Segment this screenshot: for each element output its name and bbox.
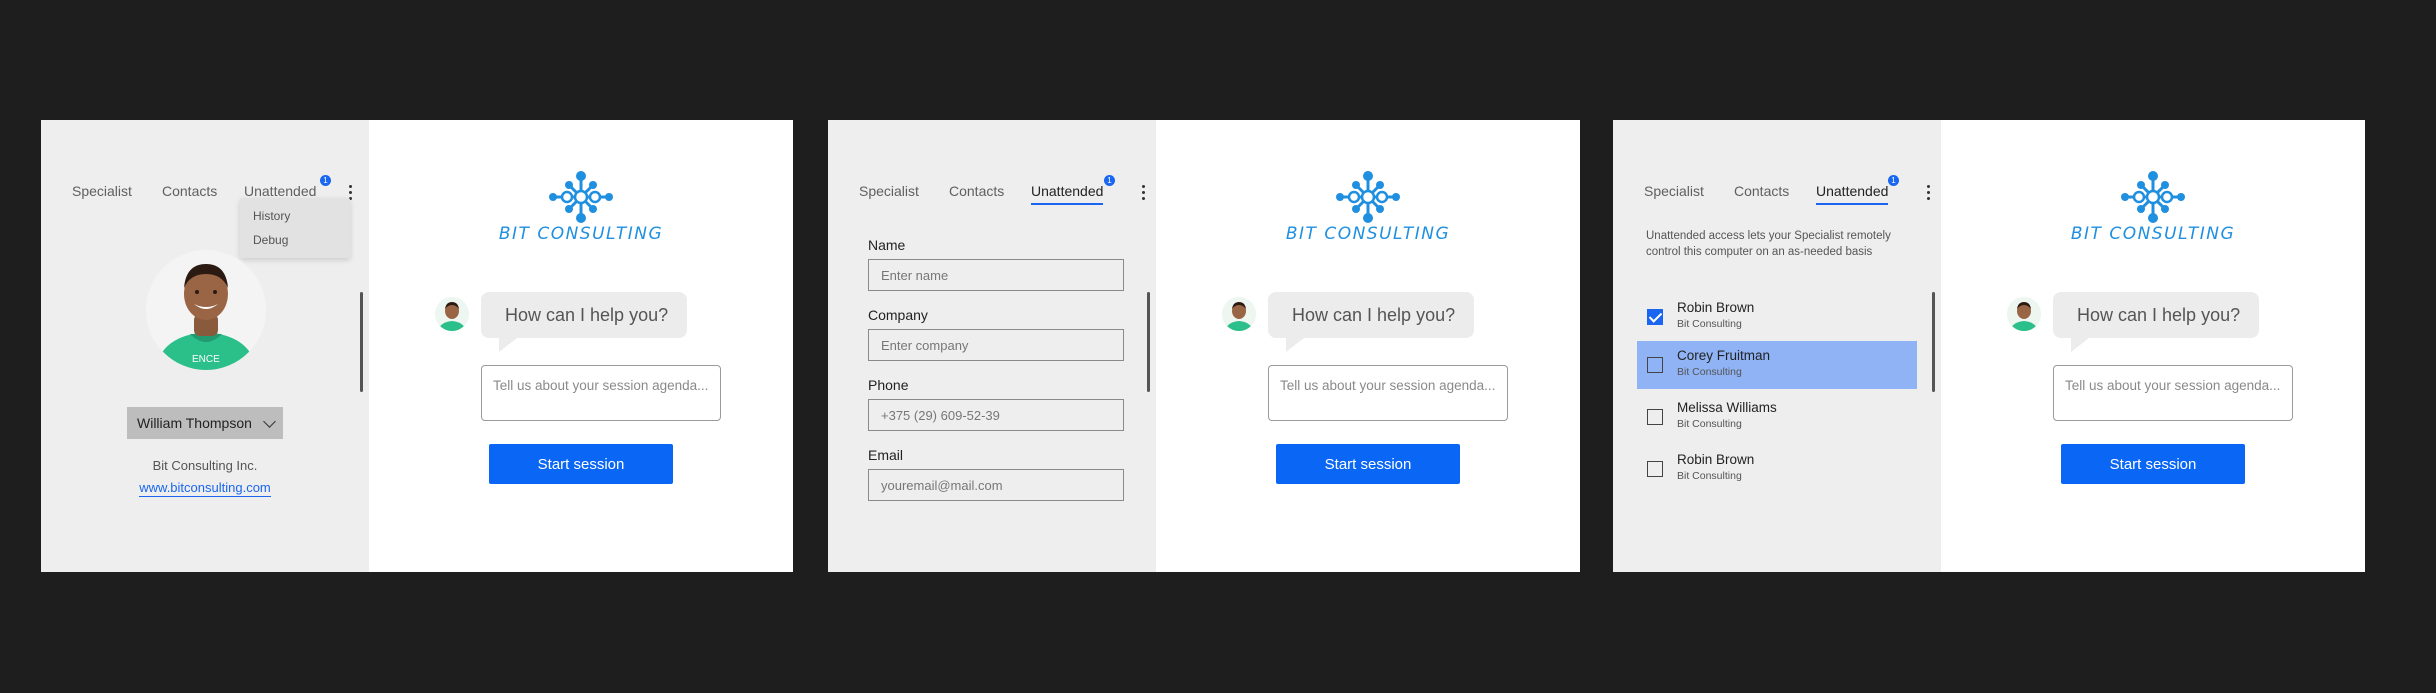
logo-wordmark: BIT CONSULTING xyxy=(498,224,664,244)
unattended-description: Unattended access lets your Specialist r… xyxy=(1646,230,1891,258)
menu-item-debug[interactable]: Debug xyxy=(240,228,350,252)
specialist-chat-avatar xyxy=(1222,297,1256,331)
svg-text:ENCE: ENCE xyxy=(192,354,220,365)
logo-wordmark: BIT CONSULTING xyxy=(1285,224,1451,244)
specialist-name: William Thompson xyxy=(137,415,252,431)
company-label: Company xyxy=(868,307,928,323)
checkbox[interactable] xyxy=(1647,357,1663,373)
chevron-down-icon xyxy=(263,415,276,428)
list-item-company: Bit Consulting xyxy=(1677,366,1742,378)
email-label: Email xyxy=(868,447,904,463)
email-field[interactable] xyxy=(868,469,1124,501)
name-field[interactable] xyxy=(868,259,1124,291)
tab-specialist[interactable]: Specialist xyxy=(1644,183,1704,199)
name-label: Name xyxy=(868,237,906,253)
greeting-bubble: How can I help you? xyxy=(1268,292,1474,352)
list-item-name: Corey Fruitman xyxy=(1677,348,1771,363)
support-widget-contacts-view: Specialist Contacts Unattended 1 Name Co… xyxy=(828,120,1580,572)
logo-molecule-icon xyxy=(2121,171,2185,223)
logo-wordmark: BIT CONSULTING xyxy=(2070,224,2236,244)
tab-specialist[interactable]: Specialist xyxy=(859,183,919,199)
company-website-link[interactable]: www.bitconsulting.com xyxy=(139,480,271,497)
session-agenda-input[interactable] xyxy=(1268,365,1508,421)
chat-pane: BIT CONSULTING How can I help you? Start… xyxy=(1156,120,1580,572)
greeting-bubble: How can I help you? xyxy=(481,292,687,352)
checkbox[interactable] xyxy=(1647,461,1663,477)
tab-contacts[interactable]: Contacts xyxy=(949,183,1004,199)
company-field[interactable] xyxy=(868,329,1124,361)
more-menu-icon[interactable] xyxy=(1927,185,1931,201)
company-website-link-wrap: www.bitconsulting.com xyxy=(41,480,369,497)
list-item-company: Bit Consulting xyxy=(1677,470,1742,482)
list-item-name: Robin Brown xyxy=(1677,300,1755,315)
tab-unattended[interactable]: Unattended xyxy=(244,183,316,199)
specialist-chat-avatar xyxy=(435,297,469,331)
phone-field[interactable] xyxy=(868,399,1124,431)
notification-badge: 1 xyxy=(1104,175,1115,186)
left-pane: Specialist Contacts Unattended 1 Name Co… xyxy=(828,120,1156,572)
phone-label: Phone xyxy=(868,377,909,393)
tab-contacts[interactable]: Contacts xyxy=(1734,183,1789,199)
left-pane: Specialist Contacts Unattended 1 Unatten… xyxy=(1613,120,1941,572)
notification-badge: 1 xyxy=(320,175,331,186)
scrollbar[interactable] xyxy=(360,292,363,392)
specialist-name-dropdown[interactable]: William Thompson xyxy=(127,407,283,439)
greeting-bubble: How can I help you? xyxy=(2053,292,2259,352)
tab-unattended[interactable]: Unattended xyxy=(1031,183,1104,205)
start-session-button[interactable]: Start session xyxy=(489,444,673,484)
list-item-name: Melissa Williams xyxy=(1677,400,1777,415)
tab-specialist[interactable]: Specialist xyxy=(72,183,132,199)
checkbox-checked[interactable] xyxy=(1647,309,1663,325)
list-item[interactable]: Corey Fruitman Bit Consulting xyxy=(1637,341,1917,389)
scrollbar[interactable] xyxy=(1932,292,1935,392)
specialist-chat-avatar xyxy=(2007,297,2041,331)
bit-consulting-logo: BIT CONSULTING xyxy=(1941,170,2365,250)
session-agenda-input[interactable] xyxy=(481,365,721,421)
list-item[interactable]: Melissa Williams Bit Consulting xyxy=(1637,393,1917,441)
list-item[interactable]: Robin Brown Bit Consulting xyxy=(1637,293,1917,341)
menu-item-history[interactable]: History xyxy=(240,204,350,228)
list-item-company: Bit Consulting xyxy=(1677,418,1742,430)
support-widget-unattended-view: Specialist Contacts Unattended 1 Unatten… xyxy=(1613,120,2365,572)
bit-consulting-logo: BIT CONSULTING xyxy=(1156,170,1580,250)
tab-contacts[interactable]: Contacts xyxy=(162,183,217,199)
chat-pane: BIT CONSULTING How can I help you? Start… xyxy=(369,120,793,572)
specialist-avatar: ENCE xyxy=(146,250,266,370)
notification-badge: 1 xyxy=(1888,175,1899,186)
company-name: Bit Consulting Inc. xyxy=(152,458,258,473)
logo-molecule-icon xyxy=(1336,171,1400,223)
session-agenda-input[interactable] xyxy=(2053,365,2293,421)
tab-unattended-label: Unattended xyxy=(244,183,317,199)
left-pane: Specialist Contacts Unattended 1 History… xyxy=(41,120,369,572)
tab-unattended-label: Unattended xyxy=(1031,183,1104,199)
scrollbar[interactable] xyxy=(1147,292,1150,392)
more-menu-icon[interactable] xyxy=(1142,185,1146,201)
bit-consulting-logo: BIT CONSULTING xyxy=(369,170,793,250)
list-item[interactable]: Robin Brown Bit Consulting xyxy=(1637,445,1917,493)
list-item-name: Robin Brown xyxy=(1677,452,1755,467)
tab-unattended[interactable]: Unattended xyxy=(1816,183,1889,205)
logo-molecule-icon xyxy=(549,171,613,223)
support-widget-specialist-view: Specialist Contacts Unattended 1 History… xyxy=(41,120,793,572)
list-item-company: Bit Consulting xyxy=(1677,318,1742,330)
checkbox[interactable] xyxy=(1647,409,1663,425)
start-session-button[interactable]: Start session xyxy=(2061,444,2245,484)
chat-pane: BIT CONSULTING How can I help you? Start… xyxy=(1941,120,2365,572)
tab-unattended-label: Unattended xyxy=(1816,183,1889,199)
start-session-button[interactable]: Start session xyxy=(1276,444,1460,484)
overflow-menu: History Debug xyxy=(240,198,350,258)
